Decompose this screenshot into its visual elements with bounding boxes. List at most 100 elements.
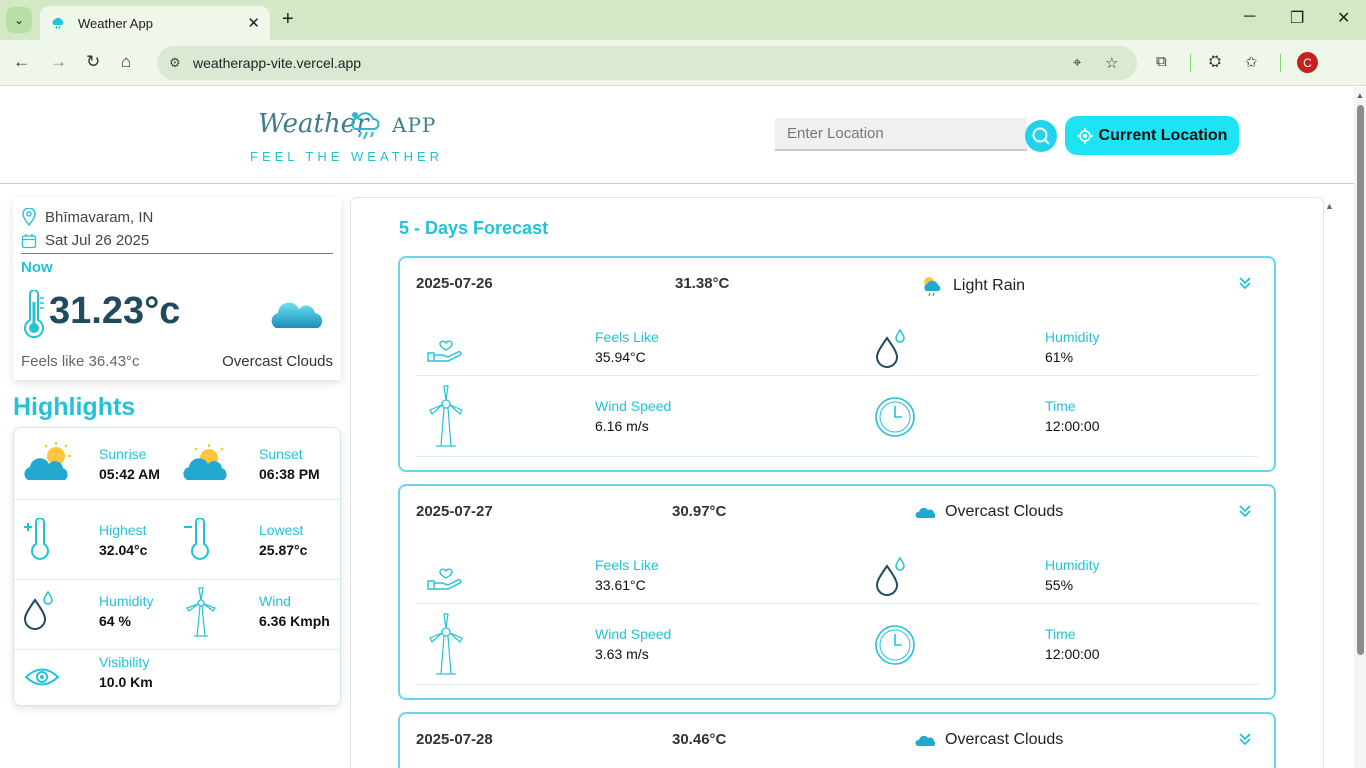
sunrise-value: 05:42 AM xyxy=(99,466,160,482)
forecast-day-card[interactable]: 2025-07-28 30.46°C Overcast Clouds xyxy=(398,712,1276,768)
sunset-label: Sunset xyxy=(259,446,303,462)
bookmark-star-icon[interactable]: ☆ xyxy=(1105,54,1118,72)
current-temperature: 31.23°c xyxy=(49,290,181,332)
visibility-label: Visibility xyxy=(99,654,150,670)
humidity-value: 61% xyxy=(1045,349,1074,365)
wind-value: 6.36 Kmph xyxy=(259,613,330,629)
logo-app-text: APP xyxy=(392,113,437,137)
search-icon xyxy=(1032,127,1050,145)
site-info-icon[interactable]: ⚙ xyxy=(169,55,181,71)
forecast-day-card[interactable]: 2025-07-26 31.38°C Light Rain Feels Like… xyxy=(398,256,1276,472)
wind-speed-label: Wind Speed xyxy=(595,398,672,414)
inner-scroll-up-icon[interactable]: ▲ xyxy=(1325,201,1334,211)
weather-favicon-icon xyxy=(52,17,64,30)
wind-turbine-icon xyxy=(429,385,463,447)
location-pin-icon[interactable]: ⌖ xyxy=(1073,54,1081,71)
eye-icon xyxy=(24,668,60,686)
feels-like-value: 35.94°C xyxy=(595,349,646,365)
calendar-icon xyxy=(21,233,37,248)
profile-avatar[interactable]: C xyxy=(1297,52,1318,73)
highlights-card: Sunrise 05:42 AM Sunset 06:38 PM Highest… xyxy=(13,427,341,706)
url-text: weatherapp-vite.vercel.app xyxy=(193,55,362,71)
extensions-icon[interactable]: ⧉ xyxy=(1156,53,1167,70)
forecast-date: 2025-07-26 xyxy=(416,275,493,292)
current-location-label: Current Location xyxy=(1098,126,1228,144)
light-rain-icon xyxy=(924,277,941,297)
forecast-temp: 30.46°C xyxy=(672,731,727,748)
humidity-drop-icon xyxy=(875,556,905,596)
humidity-label: Humidity xyxy=(99,593,154,609)
minimize-icon[interactable]: ─ xyxy=(1244,8,1255,26)
wind-speed-value: 6.16 m/s xyxy=(595,418,649,434)
home-icon[interactable]: ⌂ xyxy=(121,52,131,72)
forecast-temp: 31.38°C xyxy=(675,275,730,292)
time-label: Time xyxy=(1045,626,1076,642)
forecast-date: 2025-07-27 xyxy=(416,503,493,520)
window-close-icon[interactable]: ✕ xyxy=(1337,8,1350,28)
browser-tab[interactable]: Weather App ✕ xyxy=(40,6,270,40)
page-scrollbar[interactable]: ▲ xyxy=(1354,87,1366,768)
map-pin-icon xyxy=(22,208,36,226)
wind-speed-value: 3.63 m/s xyxy=(595,646,649,662)
location-row: Bhīmavaram, IN xyxy=(21,208,153,226)
search-button[interactable] xyxy=(1025,120,1057,152)
wind-speed-label: Wind Speed xyxy=(595,626,672,642)
location-search-input[interactable] xyxy=(775,118,1027,149)
favorites-icon[interactable]: ✩ xyxy=(1245,53,1258,71)
wind-turbine-icon xyxy=(429,613,463,675)
feels-like-value: 33.61°C xyxy=(595,577,646,593)
forward-icon[interactable]: → xyxy=(50,52,67,72)
location-text: Bhīmavaram, IN xyxy=(45,208,154,226)
hand-heart-icon xyxy=(427,568,462,590)
clock-icon xyxy=(875,625,915,665)
overcast-cloud-icon xyxy=(915,735,935,746)
feels-like-text: Feels like 36.43°c xyxy=(21,353,140,370)
now-label: Now xyxy=(21,259,53,276)
current-weather-card: Bhīmavaram, IN Sat Jul 26 2025 Now 31.23… xyxy=(13,198,341,380)
forecast-temp: 30.97°C xyxy=(672,503,727,520)
address-bar[interactable]: ⚙ weatherapp-vite.vercel.app ⌖ ☆ xyxy=(157,46,1137,80)
lowest-label: Lowest xyxy=(259,522,304,538)
highest-label: Highest xyxy=(99,522,147,538)
tab-title: Weather App xyxy=(78,15,153,31)
clock-icon xyxy=(875,397,915,437)
sunset-icon xyxy=(183,444,227,480)
scroll-up-icon[interactable]: ▲ xyxy=(1356,91,1364,100)
chevron-double-down-icon[interactable] xyxy=(1238,732,1252,746)
wind-label: Wind xyxy=(259,593,291,609)
back-icon[interactable]: ← xyxy=(13,52,30,72)
forecast-condition-text: Overcast Clouds xyxy=(945,731,1064,748)
feels-like-label: Feels Like xyxy=(595,557,659,573)
date-row: Sat Jul 26 2025 xyxy=(21,232,333,254)
hand-heart-icon xyxy=(427,340,462,362)
sunrise-icon xyxy=(24,442,71,480)
page-content: Weather APP FEEL THE WEATHER Current Loc… xyxy=(0,87,1354,768)
scrollbar-thumb[interactable] xyxy=(1357,105,1364,655)
highlights-title: Highlights xyxy=(13,393,136,421)
thermometer-low-icon xyxy=(184,518,209,560)
temp-range-row: Highest 32.04°c Lowest 25.87°c xyxy=(14,500,340,580)
tab-search-button[interactable]: ⌄ xyxy=(6,7,32,33)
incognito-icon[interactable]: ⛭ xyxy=(1209,53,1221,70)
close-tab-icon[interactable]: ✕ xyxy=(247,14,260,32)
wind-turbine-icon xyxy=(186,587,216,637)
overcast-cloud-icon xyxy=(271,302,323,328)
search-box xyxy=(775,118,1027,151)
date-text: Sat Jul 26 2025 xyxy=(45,232,150,249)
forecast-day-card[interactable]: 2025-07-27 30.97°C Overcast Clouds Feels… xyxy=(398,484,1276,700)
browser-toolbar: ← → ↻ ⌂ ⚙ weatherapp-vite.vercel.app ⌖ ☆… xyxy=(0,40,1366,86)
maximize-icon[interactable]: ❐ xyxy=(1290,8,1304,28)
logo-cloud-icon xyxy=(351,112,380,140)
humidity-label: Humidity xyxy=(1045,329,1100,345)
time-value: 12:00:00 xyxy=(1045,646,1100,662)
humidity-value: 64 % xyxy=(99,613,131,629)
chevron-double-down-icon[interactable] xyxy=(1238,504,1252,518)
reload-icon[interactable]: ↻ xyxy=(86,52,100,72)
app-header: Weather APP FEEL THE WEATHER Current Loc… xyxy=(0,87,1354,184)
humidity-drop-icon xyxy=(23,590,53,630)
current-location-button[interactable]: Current Location xyxy=(1065,116,1239,155)
chevron-double-down-icon[interactable] xyxy=(1238,276,1252,290)
feels-like-label: Feels Like xyxy=(595,329,659,345)
forecast-condition: Light Rain xyxy=(921,275,1025,297)
new-tab-icon[interactable]: + xyxy=(282,8,294,31)
